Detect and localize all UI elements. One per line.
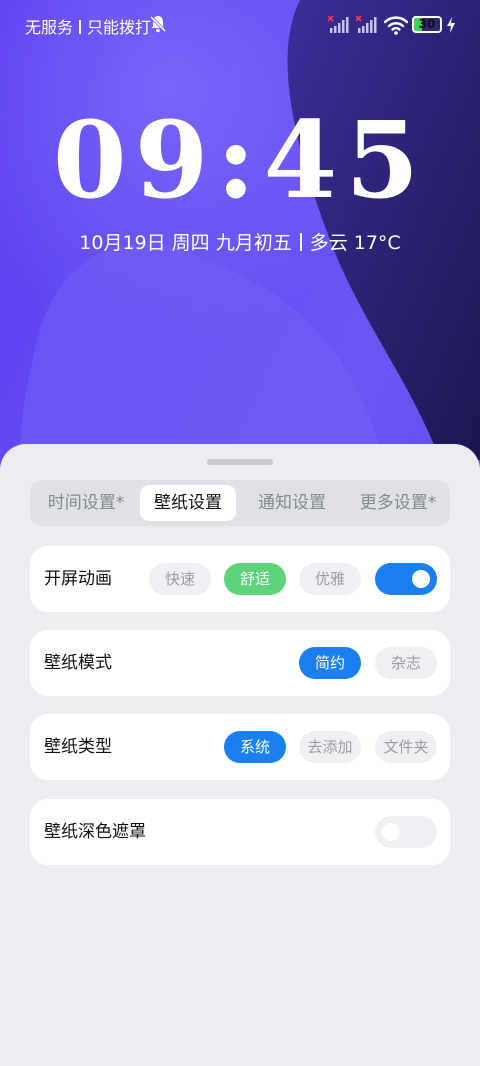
animation-toggle[interactable] (375, 563, 437, 595)
wallpaper-mode-row: 壁纸模式 简约 杂志 (30, 630, 450, 696)
sheet-drag-handle[interactable] (207, 459, 273, 465)
settings-tabs: 时间设置* 壁纸设置 通知设置 更多设置* (30, 480, 450, 526)
dark-mask-row: 壁纸深色遮罩 (30, 799, 450, 865)
settings-sheet: 时间设置* 壁纸设置 通知设置 更多设置* 开屏动画 快速 舒适 优雅 壁纸模式… (0, 444, 480, 1066)
wallpaper-mode-label: 壁纸模式 (44, 653, 112, 673)
tab-wallpaper-settings[interactable]: 壁纸设置 (140, 485, 236, 521)
battery-level: 30 (418, 17, 436, 31)
type-option-system[interactable]: 系统 (224, 731, 286, 763)
wifi-icon (384, 16, 408, 35)
signal-sim2-icon (356, 16, 377, 33)
type-option-add[interactable]: 去添加 (299, 731, 361, 763)
dark-mask-label: 壁纸深色遮罩 (44, 822, 146, 842)
date-weather-line: 10月19日 周四 九月初五 多云 17°C (0, 228, 480, 255)
type-option-folder[interactable]: 文件夹 (375, 731, 437, 763)
bell-muted-icon (149, 15, 167, 33)
date-text: 10月19日 周四 九月初五 (79, 232, 292, 254)
carrier-label-2: 只能拨打 (87, 18, 152, 37)
mode-option-simple[interactable]: 简约 (299, 647, 361, 679)
weather-text: 多云 17°C (309, 232, 401, 254)
date-divider (299, 233, 302, 251)
animation-option-comfort[interactable]: 舒适 (224, 563, 286, 595)
animation-label: 开屏动画 (44, 569, 112, 589)
animation-option-fast[interactable]: 快速 (149, 563, 211, 595)
wallpaper-type-row: 壁纸类型 系统 去添加 文件夹 (30, 714, 450, 780)
animation-row: 开屏动画 快速 舒适 优雅 (30, 546, 450, 612)
toggle-knob (382, 823, 400, 841)
wallpaper-type-label: 壁纸类型 (44, 737, 112, 757)
carrier-status: 无服务 只能拨打 (25, 14, 151, 38)
toggle-knob (412, 570, 430, 588)
dark-mask-toggle[interactable] (375, 816, 437, 848)
mode-option-magazine[interactable]: 杂志 (375, 647, 437, 679)
tab-time-settings[interactable]: 时间设置* (36, 485, 136, 521)
signal-sim1-icon (328, 16, 349, 33)
status-bar: 无服务 只能拨打 30 (0, 0, 480, 50)
tab-more-settings[interactable]: 更多设置* (348, 485, 448, 521)
tab-notification-settings[interactable]: 通知设置 (242, 485, 342, 521)
carrier-divider (79, 20, 82, 34)
charging-bolt-icon (447, 17, 455, 33)
animation-option-elegant[interactable]: 优雅 (299, 563, 361, 595)
lock-clock: 09:45 (52, 97, 428, 222)
carrier-label-1: 无服务 (25, 18, 74, 37)
battery-indicator: 30 (412, 16, 442, 33)
